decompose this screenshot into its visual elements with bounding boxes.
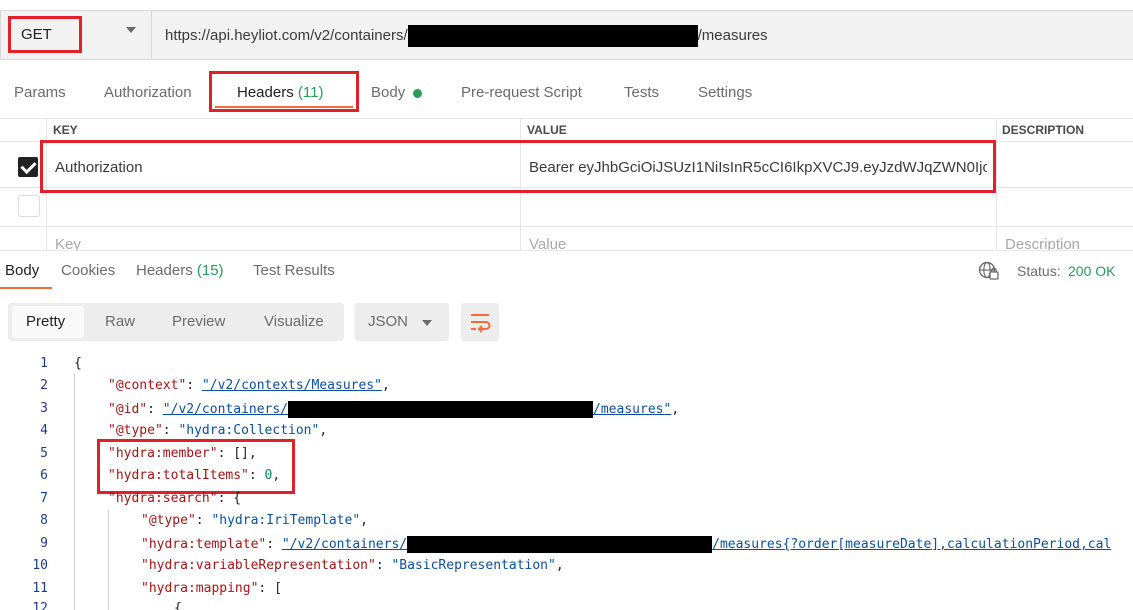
description-placeholder-row[interactable]: Description: [997, 227, 1133, 250]
line-number: 10: [32, 558, 48, 573]
response-tab-body[interactable]: Body: [5, 262, 39, 279]
value-placeholder-row[interactable]: Value: [521, 227, 996, 250]
line-number: 1: [40, 356, 48, 371]
line-number: 11: [32, 581, 48, 596]
preview-button[interactable]: Preview: [172, 313, 225, 330]
line-number: 2: [40, 378, 48, 393]
code-line: "@type": "hydra:Collection",: [108, 423, 328, 438]
url-prefix: https://api.heyliot.com/v2/containers/: [165, 26, 408, 44]
redacted-block: [407, 536, 713, 553]
code-line: "@context": "/v2/contexts/Measures",: [108, 378, 390, 393]
visualize-button[interactable]: Visualize: [264, 313, 324, 330]
status-label: Status:: [1017, 263, 1061, 279]
raw-button[interactable]: Raw: [105, 313, 135, 330]
tab-params[interactable]: Params: [14, 84, 66, 101]
chevron-down-icon[interactable]: [126, 27, 136, 33]
column-value: VALUE: [527, 123, 567, 137]
line-number: 12: [32, 601, 48, 610]
url-divider: [151, 11, 152, 59]
chevron-down-icon[interactable]: [422, 320, 432, 326]
code-line: "hydra:variableRepresentation": "BasicRe…: [141, 558, 564, 573]
globe-icon[interactable]: [978, 261, 1000, 285]
body-indicator-dot: [413, 89, 422, 98]
code-line: "@id": "/v2/containers//measures",: [108, 401, 680, 418]
active-tab-indicator: [215, 106, 353, 108]
tab-headers-label: Headers: [237, 84, 294, 101]
method-label: GET: [21, 26, 52, 43]
row-empty-checkbox[interactable]: [18, 195, 40, 217]
code-line: "hydra:template": "/v2/containers//measu…: [141, 536, 1112, 553]
key-placeholder: Key: [55, 236, 81, 250]
status-value: 200 OK: [1068, 263, 1116, 279]
line-number: 7: [40, 491, 48, 506]
column-key: KEY: [53, 123, 78, 137]
code-line: "@type": "hydra:IriTemplate",: [141, 513, 368, 528]
code-line: "hydra:search": {: [108, 491, 242, 506]
key-placeholder-row[interactable]: Key: [47, 227, 520, 250]
column-description: DESCRIPTION: [1002, 123, 1085, 137]
url-suffix: /measures: [697, 26, 768, 44]
line-number: 5: [40, 446, 48, 461]
tab-headers[interactable]: Headers (11): [237, 84, 323, 101]
response-tab-test-results[interactable]: Test Results: [253, 262, 335, 279]
tab-body[interactable]: Body: [371, 84, 405, 101]
line-number: 3: [40, 401, 48, 416]
line-number: 8: [40, 513, 48, 528]
response-headers-count: (15): [196, 262, 224, 279]
line-number: 9: [40, 536, 48, 551]
format-select-label: JSON: [368, 313, 409, 330]
wrap-lines-icon: [471, 314, 491, 333]
response-headers-label: Headers: [136, 262, 193, 279]
line-number: 6: [40, 468, 48, 483]
redacted-block: [288, 401, 594, 418]
header-key-field[interactable]: Authorization: [55, 159, 495, 176]
redacted-block: [407, 25, 698, 47]
tab-authorization[interactable]: Authorization: [104, 84, 192, 101]
pretty-button[interactable]: Pretty: [26, 313, 65, 330]
code-line: "hydra:member": [],: [108, 446, 257, 461]
active-tab-indicator: [0, 287, 52, 289]
code-line: {: [174, 601, 182, 610]
code-line: "hydra:totalItems": 0,: [108, 468, 281, 483]
tab-headers-count: (11): [297, 84, 324, 101]
tab-tests[interactable]: Tests: [624, 84, 659, 101]
response-tab-headers[interactable]: Headers (15): [136, 262, 224, 279]
method-select[interactable]: GET: [8, 16, 82, 53]
code-line: "hydra:mapping": [: [141, 581, 282, 596]
value-placeholder: Value: [529, 236, 567, 250]
indent-guide: [108, 510, 109, 610]
response-tab-cookies[interactable]: Cookies: [61, 262, 115, 279]
tab-prerequest-script[interactable]: Pre-request Script: [461, 84, 582, 101]
line-number: 4: [40, 423, 48, 438]
url-input[interactable]: https://api.heyliot.com/v2/containers/ /m…: [165, 25, 768, 47]
header-value-field[interactable]: Bearer eyJhbGciOiJSUzI1NiIsInR5cCI6IkpXV…: [529, 159, 987, 176]
wrap-lines-button[interactable]: [461, 303, 499, 341]
row-enabled-checkbox[interactable]: [18, 157, 38, 177]
code-line: {: [74, 356, 82, 371]
tab-settings[interactable]: Settings: [698, 84, 752, 101]
description-placeholder: Description: [1005, 236, 1081, 250]
indent-guide: [74, 374, 75, 610]
